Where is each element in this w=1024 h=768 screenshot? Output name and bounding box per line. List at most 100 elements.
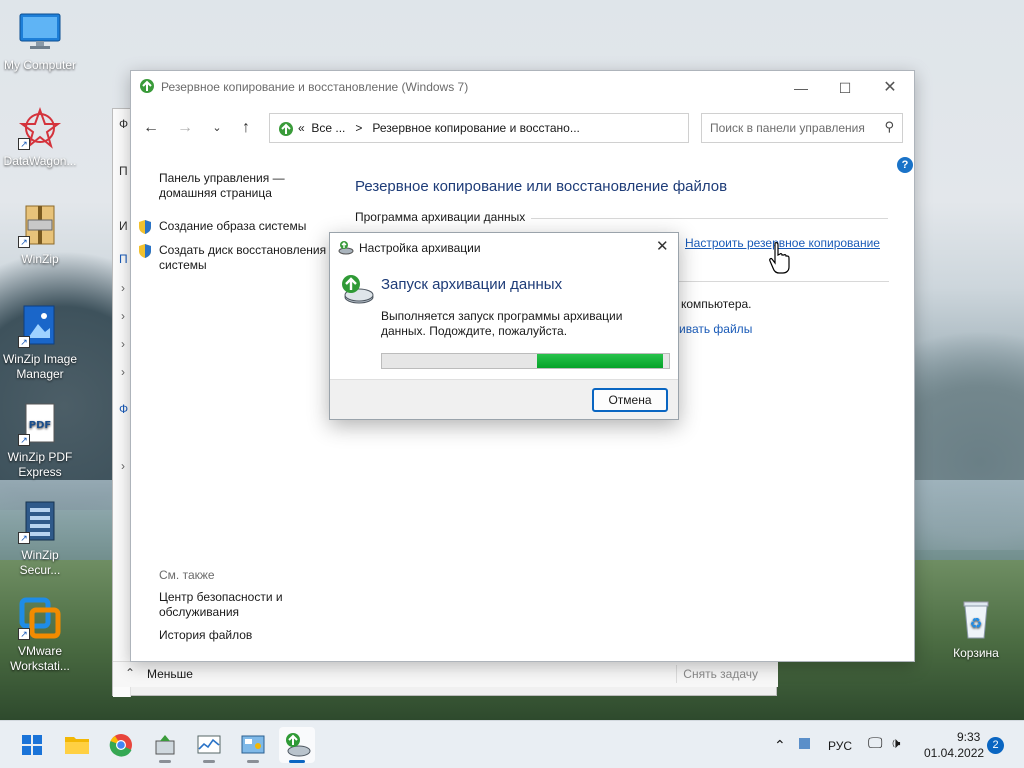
- chevron-up-icon[interactable]: ⌃: [125, 666, 135, 680]
- dialog-heading: Запуск архивации данных: [381, 276, 563, 293]
- maximize-button[interactable]: ☐: [823, 75, 867, 101]
- language-indicator[interactable]: РУС: [828, 739, 852, 753]
- task-manager-footer: ⌃ Меньше Снять задачу: [113, 661, 778, 687]
- control-panel-icon: [279, 122, 293, 136]
- minimize-button[interactable]: —: [779, 75, 823, 101]
- shortcut-arrow-icon: ↗: [18, 628, 30, 640]
- backup-setup-dialog[interactable]: Настройка архивации ✕ Запуск архивации д…: [329, 232, 679, 420]
- active-indicator: [289, 760, 305, 763]
- breadcrumb-overflow[interactable]: «: [298, 121, 305, 135]
- tray-app-icon[interactable]: [799, 738, 810, 749]
- running-indicator: [159, 760, 171, 763]
- dialog-title: Настройка архивации: [359, 241, 481, 255]
- address-bar[interactable]: « Все ... > Резервное копирование и восс…: [269, 113, 812, 143]
- file-history-link[interactable]: История файлов: [159, 628, 252, 643]
- control-panel-taskbar-button[interactable]: [235, 727, 271, 763]
- section-divider: [531, 218, 888, 219]
- see-also-heading: См. также: [159, 568, 215, 582]
- desktop-icon-recycle-bin[interactable]: ♻ Корзина: [936, 598, 1016, 661]
- clock-date[interactable]: 01.04.2022: [924, 746, 984, 760]
- desktop-icon-winzip-secure[interactable]: ↗ WinZip Secur...: [0, 500, 80, 578]
- sidebar-link-line: домашняя страница: [159, 186, 272, 200]
- page-title: Резервное копирование или восстановление…: [355, 178, 728, 195]
- winzip-image-icon: ↗: [18, 304, 62, 348]
- sidebar-link-line: Панель управления —: [159, 171, 285, 185]
- backup-status-text: компьютера.: [681, 297, 752, 311]
- back-arrow-icon[interactable]: ←: [139, 116, 163, 140]
- winzip-icon: ↗: [18, 204, 62, 248]
- progress-bar-fill: [537, 354, 663, 368]
- task-manager-menu-item[interactable]: П: [119, 164, 128, 178]
- chrome-icon: [109, 734, 132, 757]
- search-input[interactable]: Поиск в панели управления ⚲: [701, 113, 903, 143]
- chevron-right-icon[interactable]: ›: [121, 459, 125, 473]
- green-app-icon: [155, 735, 175, 755]
- uac-shield-icon: [139, 220, 151, 234]
- search-icon[interactable]: ⚲: [884, 119, 894, 135]
- task-manager-button[interactable]: [191, 727, 227, 763]
- desktop-icon-vmware[interactable]: ↗ VMware Workstati...: [0, 596, 80, 674]
- notification-badge[interactable]: 2: [987, 737, 1004, 754]
- chrome-button[interactable]: [103, 727, 139, 763]
- dialog-message: Выполняется запуск программы архивации д…: [381, 309, 623, 338]
- clock-time[interactable]: 9:33: [957, 730, 980, 744]
- chevron-right-icon[interactable]: ›: [121, 309, 125, 323]
- up-arrow-icon[interactable]: ↑: [234, 116, 258, 140]
- backup-drive-icon: [338, 241, 354, 255]
- desktop-icon-winzip[interactable]: ↗ WinZip: [0, 204, 80, 267]
- recent-locations-chevron-icon[interactable]: ⌄: [205, 116, 229, 140]
- title-bar[interactable]: Резервное копирование и восстановление (…: [131, 71, 914, 103]
- fewer-details-button[interactable]: Меньше: [147, 667, 193, 681]
- desktop-icon-label: WinZip PDF Express: [7, 450, 73, 479]
- shortcut-arrow-icon: ↗: [18, 434, 30, 446]
- backup-taskbar-button[interactable]: [279, 727, 315, 763]
- cancel-button[interactable]: Отмена: [592, 388, 668, 412]
- task-manager-menu-item[interactable]: П: [119, 252, 128, 266]
- desktop-icon-label: My Computer: [3, 58, 77, 72]
- security-center-link[interactable]: Центр безопасности и обслуживания: [159, 590, 283, 620]
- tray-overflow-chevron-icon[interactable]: ⌃: [774, 737, 786, 754]
- desktop-icon-label: WinZip Image Manager: [2, 352, 78, 381]
- shortcut-arrow-icon: ↗: [18, 336, 30, 348]
- shortcut-arrow-icon: ↗: [18, 236, 30, 248]
- task-manager-icon: [197, 735, 221, 754]
- restore-files-link[interactable]: ивать файлы: [679, 322, 752, 336]
- navigation-bar: ← → ⌄ ↑ « Все ... > Резервное копировани…: [131, 111, 914, 147]
- desktop-icon-winzip-image-manager[interactable]: ↗ WinZip Image Manager: [0, 304, 80, 382]
- chevron-right-icon[interactable]: ›: [121, 337, 125, 351]
- network-icon[interactable]: 🖵: [868, 735, 882, 752]
- create-recovery-disk-link[interactable]: Создать диск восстановления системы: [159, 243, 326, 273]
- task-manager-menu-item[interactable]: Ф: [119, 117, 128, 131]
- search-placeholder: Поиск в панели управления: [710, 121, 865, 135]
- chevron-right-icon[interactable]: ›: [121, 365, 125, 379]
- task-manager-menu-item[interactable]: Ф: [119, 402, 128, 416]
- desktop-icon-winzip-pdf-express[interactable]: PDF ↗ WinZip PDF Express: [0, 402, 80, 480]
- breadcrumb-all-items[interactable]: Все ...: [311, 121, 345, 135]
- close-icon[interactable]: ✕: [656, 237, 669, 255]
- file-explorer-button[interactable]: [59, 727, 95, 763]
- desktop-icon-label: DataWagon...: [3, 154, 77, 168]
- desktop-icon-my-computer[interactable]: My Computer: [0, 10, 80, 73]
- breadcrumb[interactable]: « Все ... > Резервное копирование и восс…: [298, 121, 580, 135]
- green-app-button[interactable]: [147, 727, 183, 763]
- vmware-icon: ↗: [18, 596, 62, 640]
- winzip-secure-icon: ↗: [18, 500, 62, 544]
- forward-arrow-icon[interactable]: →: [173, 116, 197, 140]
- breadcrumb-current[interactable]: Резервное копирование и восстано...: [372, 121, 579, 135]
- volume-icon[interactable]: 🕩: [891, 735, 900, 752]
- close-button[interactable]: ✕: [868, 75, 912, 101]
- create-system-image-link[interactable]: Создание образа системы: [159, 219, 306, 234]
- chevron-right-icon[interactable]: ›: [121, 281, 125, 295]
- shortcut-arrow-icon: ↗: [18, 532, 30, 544]
- control-panel-home-link[interactable]: Панель управления — домашняя страница: [159, 171, 285, 201]
- start-button[interactable]: [14, 727, 50, 763]
- taskbar: ⌃ РУС 🖵 🕩 9:33 01.04.2022 2: [0, 720, 1024, 768]
- control-panel-icon: [241, 735, 265, 754]
- help-icon[interactable]: ?: [897, 157, 913, 173]
- sidebar-link-line: Центр безопасности и: [159, 590, 283, 604]
- end-task-button[interactable]: Снять задачу: [676, 665, 764, 683]
- recycle-bin-icon: ♻: [954, 598, 998, 642]
- uac-shield-icon: [139, 244, 151, 258]
- desktop-icon-datawagon[interactable]: ↗ DataWagon...: [0, 106, 80, 169]
- task-manager-menu-item[interactable]: И: [119, 219, 128, 233]
